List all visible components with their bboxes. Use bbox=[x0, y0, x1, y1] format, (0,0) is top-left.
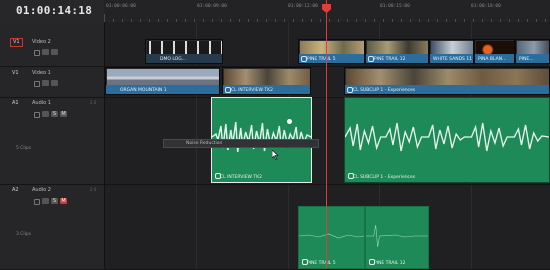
clip-label-bar: ORGAN MOUNTAIN 1 bbox=[106, 85, 219, 94]
audio-clip[interactable]: PINE TRAIL 12 bbox=[365, 206, 429, 269]
video-clip[interactable]: CL INTERVIEW TK2 bbox=[222, 67, 311, 95]
clip-name: CL SUBCLIP 1 - Experiences bbox=[353, 88, 416, 93]
clip-label-bar: DMO LOG... bbox=[146, 54, 222, 63]
ruler-label: 01:00:09:00 bbox=[197, 4, 227, 9]
waveform bbox=[299, 233, 364, 239]
clip-name: PINE... bbox=[519, 57, 534, 62]
channel-format: 2.0 bbox=[90, 100, 97, 105]
clip-count: 3 Clips bbox=[16, 232, 32, 237]
audio-clip[interactable]: PINE TRAIL 5 bbox=[298, 206, 365, 269]
clip-label-bar: PINE... bbox=[516, 54, 549, 63]
clip-name: ORGAN MOUNTAIN 1 bbox=[120, 88, 167, 93]
video-clip[interactable]: PINE TRAIL 12 bbox=[365, 39, 429, 64]
video-clip[interactable]: PINE... bbox=[515, 39, 550, 64]
track-header-audio-1[interactable]: A1 Audio 1 2.0 S M 5 Clips bbox=[0, 97, 104, 185]
clip-label-bar: WHITE SANDS 11 bbox=[430, 54, 473, 63]
clip-name: WHITE SANDS 11 bbox=[433, 57, 473, 62]
mute-button[interactable]: M bbox=[60, 198, 67, 204]
clip-name: DMO LOG... bbox=[160, 57, 186, 62]
clip-name: CL SUBCLIP 1 - Experiences bbox=[353, 175, 416, 180]
clip-name: CL INTERVIEW TK2 bbox=[231, 88, 273, 93]
clip-label-bar: PINE TRAIL 12 bbox=[366, 54, 428, 63]
audio-clip[interactable]: CL SUBCLIP 1 - Experiences bbox=[344, 97, 550, 183]
track-name-a1[interactable]: Audio 1 bbox=[32, 100, 51, 106]
video-clip[interactable]: CL SUBCLIP 1 - Experiences bbox=[344, 67, 550, 95]
solo-button[interactable]: S bbox=[51, 111, 58, 117]
keyframe-handle[interactable] bbox=[287, 119, 292, 124]
auto-select-icon[interactable] bbox=[42, 198, 49, 204]
clip-name: PINA BLAN... bbox=[478, 57, 507, 62]
lock-icon[interactable] bbox=[34, 112, 40, 118]
mute-button[interactable]: M bbox=[60, 111, 67, 117]
track-header-video-1[interactable]: V1 Video 1 bbox=[0, 66, 104, 98]
track-name-a2[interactable]: Audio 2 bbox=[32, 187, 51, 193]
lock-icon[interactable] bbox=[34, 199, 40, 205]
track-id-v2[interactable]: V1 bbox=[10, 38, 23, 47]
video-clip[interactable]: WHITE SANDS 11 bbox=[429, 39, 474, 64]
clip-name: CL INTERVIEW TK2 bbox=[220, 175, 262, 180]
track-name-v2[interactable]: Video 2 bbox=[32, 39, 51, 45]
waveform bbox=[366, 224, 428, 248]
disable-video-icon[interactable] bbox=[51, 49, 58, 55]
channel-format: 2.0 bbox=[90, 187, 97, 192]
clip-count: 5 Clips bbox=[16, 146, 32, 151]
clip-name: PINE TRAIL 12 bbox=[374, 57, 406, 62]
clip-name: PINE TRAIL 12 bbox=[374, 261, 406, 266]
video-clip[interactable]: ORGAN MOUNTAIN 1 bbox=[105, 67, 220, 95]
ruler-tick bbox=[104, 14, 105, 22]
auto-select-icon[interactable] bbox=[42, 80, 49, 86]
auto-select-icon[interactable] bbox=[42, 111, 49, 117]
video-clip[interactable]: PINA BLAN... bbox=[474, 39, 515, 64]
track-id-a1[interactable]: A1 bbox=[12, 100, 19, 106]
track-name-v1[interactable]: Video 1 bbox=[32, 70, 51, 76]
playhead[interactable] bbox=[326, 0, 327, 269]
waveform bbox=[212, 121, 311, 153]
track-header-video-2[interactable]: V1 Video 2 bbox=[0, 22, 104, 67]
disable-video-icon[interactable] bbox=[51, 80, 58, 86]
tooltip-label: Noise Reduction bbox=[186, 141, 223, 146]
mouse-cursor-icon bbox=[272, 150, 279, 160]
track-headers: V1 Video 2 V1 Video 1 A1 Audio 1 2.0 S M… bbox=[0, 22, 105, 270]
clip-label-bar: CL INTERVIEW TK2 bbox=[223, 85, 310, 94]
waveform bbox=[345, 122, 549, 152]
timecode-display[interactable]: 01:00:14:18 bbox=[0, 0, 104, 22]
video-clip[interactable]: DMO LOG... bbox=[145, 39, 223, 64]
lock-icon[interactable] bbox=[34, 81, 40, 87]
video-clip[interactable]: PINE TRAIL 5 bbox=[298, 39, 365, 64]
clip-label-bar: PINE TRAIL 5 bbox=[299, 54, 364, 63]
clip-label-bar: PINA BLAN... bbox=[475, 54, 514, 63]
lock-icon[interactable] bbox=[34, 50, 40, 56]
ruler-label: 01:00:15:00 bbox=[380, 4, 410, 9]
track-id-a2[interactable]: A2 bbox=[12, 187, 19, 193]
ruler-label: 01:00:12:00 bbox=[288, 4, 318, 9]
track-id-v1[interactable]: V1 bbox=[12, 70, 19, 76]
ruler-label: 01:00:18:00 bbox=[471, 4, 501, 9]
clip-name: PINE TRAIL 5 bbox=[307, 57, 336, 62]
ruler-label: 01:00:06:00 bbox=[106, 4, 136, 9]
clip-label-bar: CL SUBCLIP 1 - Experiences bbox=[345, 85, 549, 94]
noise-reduction-drag-preview: Noise Reduction bbox=[163, 139, 319, 148]
auto-select-icon[interactable] bbox=[42, 49, 49, 55]
track-header-audio-2[interactable]: A2 Audio 2 2.0 S M 3 Clips bbox=[0, 184, 104, 270]
solo-button[interactable]: S bbox=[51, 198, 58, 204]
clip-name: PINE TRAIL 5 bbox=[307, 261, 336, 266]
